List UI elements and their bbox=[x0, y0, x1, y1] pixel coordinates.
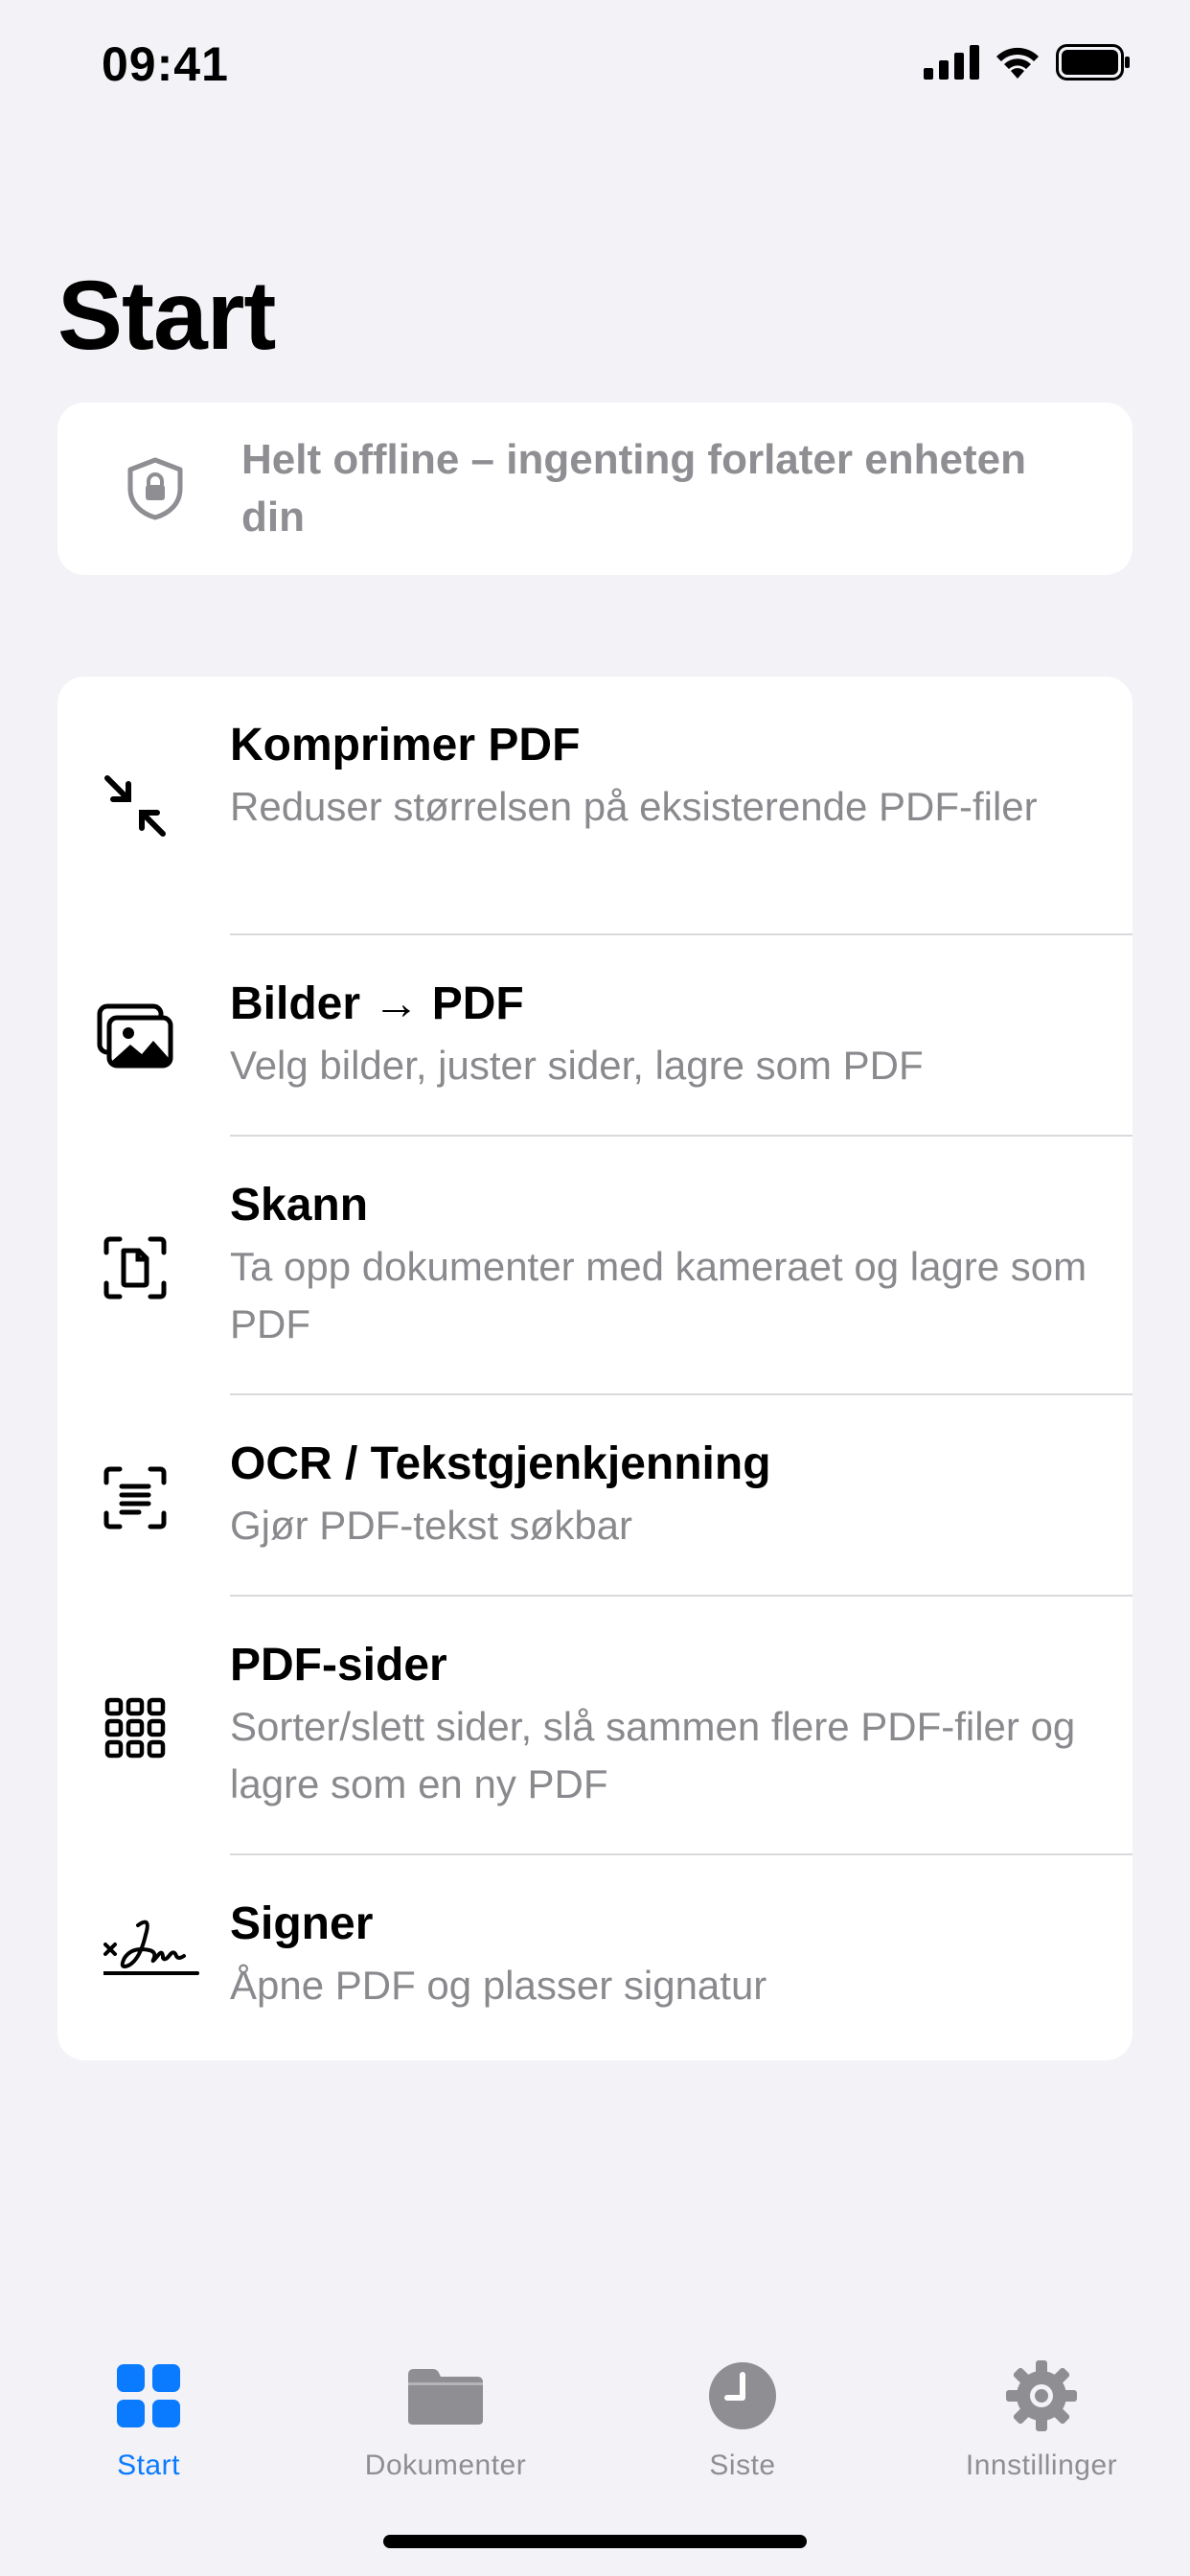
status-time: 09:41 bbox=[102, 37, 229, 91]
wifi-icon bbox=[996, 47, 1039, 79]
home-indicator[interactable] bbox=[383, 2535, 807, 2548]
status-icons bbox=[924, 44, 1131, 80]
tab-innstillinger[interactable]: Innstillinger bbox=[893, 2358, 1190, 2482]
gear-icon bbox=[893, 2358, 1190, 2434]
tab-label: Dokumenter bbox=[364, 2450, 527, 2481]
offline-banner: Helt offline – ingenting forlater enhete… bbox=[57, 402, 1133, 575]
grid-icon bbox=[0, 2358, 297, 2434]
tab-label: Innstillinger bbox=[965, 2450, 1118, 2481]
document-scan-icon bbox=[96, 1229, 174, 1307]
feature-subtitle: Åpne PDF og plasser signatur bbox=[230, 1963, 767, 2008]
feature-title: PDF-sider bbox=[230, 1640, 447, 1690]
status-bar: 09:41 bbox=[0, 0, 1190, 126]
tab-start[interactable]: Start bbox=[0, 2358, 297, 2482]
tab-siste[interactable]: Siste bbox=[594, 2358, 891, 2482]
feature-title: Skann bbox=[230, 1180, 369, 1230]
page-title: Start bbox=[57, 261, 276, 370]
feature-subtitle: Reduser størrelsen på eksisterende PDF-f… bbox=[230, 784, 1038, 829]
grid-pages-icon bbox=[96, 1689, 174, 1767]
feature-row-images-to-pdf[interactable]: Bilder → PDF Velg bilder, juster sider, … bbox=[57, 935, 1133, 1137]
feature-title: Bilder → PDF bbox=[230, 978, 524, 1029]
feature-row-ocr[interactable]: OCR / Tekstgjenkjenning Gjør PDF-tekst s… bbox=[57, 1395, 1133, 1597]
feature-subtitle: Sorter/slett sider, slå sammen flere PDF… bbox=[230, 1704, 1076, 1806]
tab-label: Siste bbox=[709, 2450, 776, 2481]
photos-icon bbox=[96, 997, 174, 1075]
compress-arrows-icon bbox=[96, 767, 174, 845]
shield-lock-icon bbox=[125, 456, 186, 521]
signature-icon bbox=[103, 1915, 199, 1993]
feature-row-sign[interactable]: Signer Åpne PDF og plasser signatur bbox=[57, 1855, 1133, 2060]
feature-row-pdf-pages[interactable]: PDF-sider Sorter/slett sider, slå sammen… bbox=[57, 1597, 1133, 1855]
folder-icon bbox=[297, 2358, 594, 2434]
text-viewfinder-icon bbox=[96, 1459, 174, 1537]
feature-title: Komprimer PDF bbox=[230, 720, 581, 770]
tab-label: Start bbox=[117, 2450, 180, 2481]
features-list: Komprimer PDF Reduser størrelsen på eksi… bbox=[57, 677, 1133, 2060]
banner-text: Helt offline – ingenting forlater enhete… bbox=[241, 436, 1026, 540]
feature-row-compress[interactable]: Komprimer PDF Reduser størrelsen på eksi… bbox=[57, 677, 1133, 935]
feature-subtitle: Gjør PDF-tekst søkbar bbox=[230, 1503, 633, 1548]
clock-icon bbox=[594, 2358, 891, 2434]
cellular-signal-icon bbox=[924, 45, 979, 80]
tab-dokumenter[interactable]: Dokumenter bbox=[297, 2358, 594, 2482]
feature-subtitle: Ta opp dokumenter med kameraet og lagre … bbox=[230, 1244, 1087, 1346]
feature-title: OCR / Tekstgjenkjenning bbox=[230, 1438, 771, 1489]
feature-row-scan[interactable]: Skann Ta opp dokumenter med kameraet og … bbox=[57, 1137, 1133, 1395]
battery-icon bbox=[1056, 44, 1130, 80]
feature-title: Signer bbox=[230, 1898, 374, 1949]
feature-subtitle: Velg bilder, juster sider, lagre som PDF bbox=[230, 1043, 924, 1088]
